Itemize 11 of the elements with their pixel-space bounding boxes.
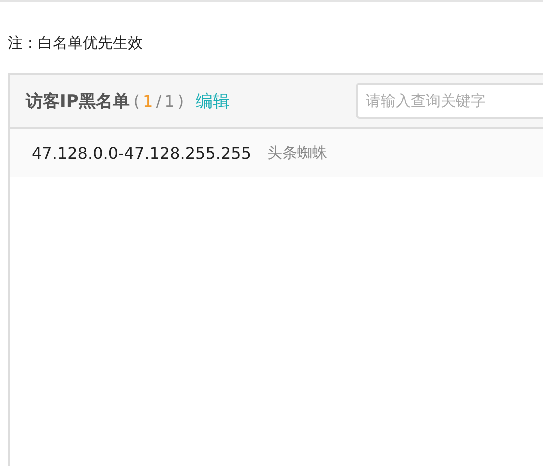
row-label: 头条蜘蛛	[268, 144, 328, 162]
count-text: 1	[143, 92, 154, 110]
ip-range: 47.128.0.0-47.128.255.255	[32, 144, 252, 162]
edit-link[interactable]: 编辑	[196, 90, 230, 112]
search-field[interactable]: 请输入查询关键字	[356, 83, 543, 119]
count-text: /	[156, 92, 162, 110]
panel-title: 访客IP黑名单	[26, 90, 130, 112]
count-text: )	[178, 92, 184, 110]
note-text: 注：白名单优先生效	[8, 34, 143, 53]
count-text: (	[134, 92, 140, 110]
count-text: 1	[164, 92, 175, 110]
